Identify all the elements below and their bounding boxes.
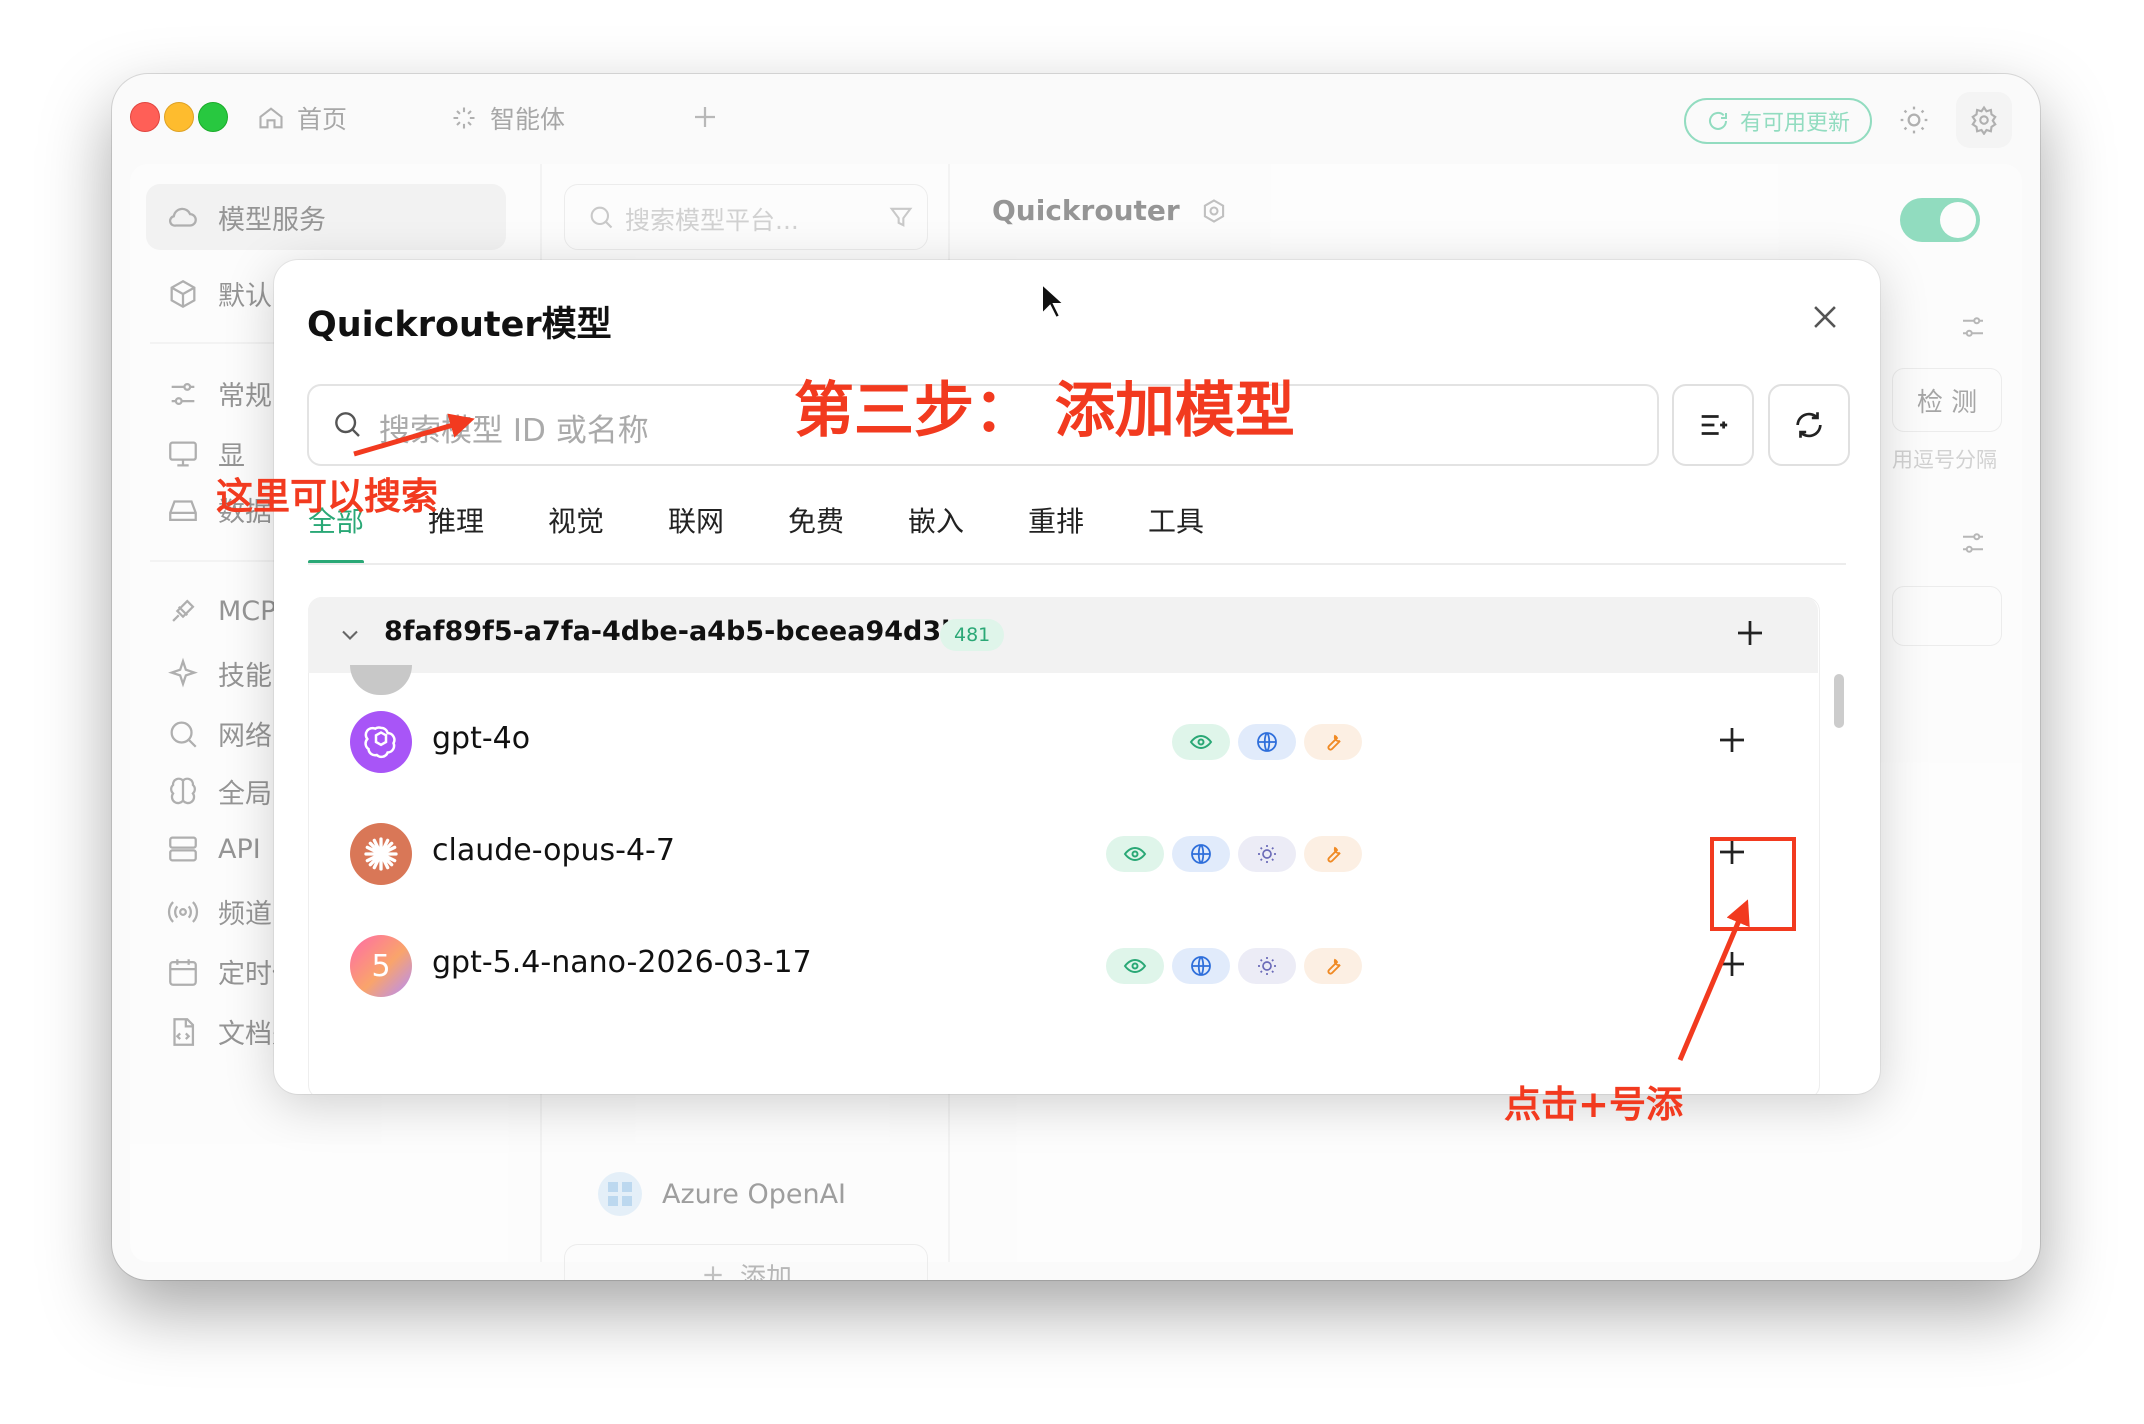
highlight-box: [1710, 837, 1796, 931]
annotation-arrows: [353, 413, 1796, 1061]
mouse-cursor-icon: [1041, 282, 1066, 320]
search-arrow: [353, 413, 475, 457]
